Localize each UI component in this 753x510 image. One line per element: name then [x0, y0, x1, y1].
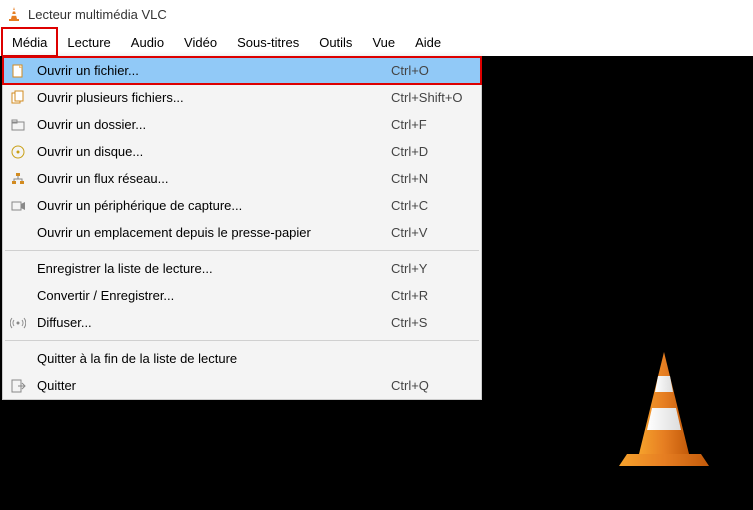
menu-video[interactable]: Vidéo: [174, 28, 227, 56]
menu-item-shortcut: Ctrl+N: [391, 171, 471, 186]
menu-item-label: Ouvrir un dossier...: [37, 117, 391, 132]
blank-icon: [9, 287, 27, 305]
menu-item-label: Enregistrer la liste de lecture...: [37, 261, 391, 276]
file-icon: [9, 62, 27, 80]
menu-open-folder[interactable]: Ouvrir un dossier... Ctrl+F: [3, 111, 481, 138]
quit-icon: [9, 377, 27, 395]
menu-item-shortcut: Ctrl+F: [391, 117, 471, 132]
menu-convert-save[interactable]: Convertir / Enregistrer... Ctrl+R: [3, 282, 481, 309]
menu-item-label: Convertir / Enregistrer...: [37, 288, 391, 303]
capture-icon: [9, 197, 27, 215]
menu-item-shortcut: Ctrl+Y: [391, 261, 471, 276]
menu-quit[interactable]: Quitter Ctrl+Q: [3, 372, 481, 399]
stream-icon: [9, 314, 27, 332]
menu-aide[interactable]: Aide: [405, 28, 451, 56]
network-icon: [9, 170, 27, 188]
menu-item-label: Quitter à la fin de la liste de lecture: [37, 351, 391, 366]
menu-stream[interactable]: Diffuser... Ctrl+S: [3, 309, 481, 336]
menu-item-label: Diffuser...: [37, 315, 391, 330]
menu-item-shortcut: Ctrl+S: [391, 315, 471, 330]
menu-item-shortcut: Ctrl+V: [391, 225, 471, 240]
menu-item-shortcut: Ctrl+Q: [391, 378, 471, 393]
menu-item-shortcut: Ctrl+D: [391, 144, 471, 159]
menu-item-label: Ouvrir un flux réseau...: [37, 171, 391, 186]
menu-item-label: Ouvrir un disque...: [37, 144, 391, 159]
menu-label: Lecture: [67, 35, 110, 50]
menu-open-capture[interactable]: Ouvrir un périphérique de capture... Ctr…: [3, 192, 481, 219]
menu-item-label: Ouvrir un fichier...: [37, 63, 391, 78]
menu-item-shortcut: Ctrl+R: [391, 288, 471, 303]
files-icon: [9, 89, 27, 107]
vlc-cone-icon: [6, 6, 22, 22]
blank-icon: [9, 224, 27, 242]
title-bar: Lecteur multimédia VLC: [0, 0, 753, 28]
menu-item-shortcut: Ctrl+Shift+O: [391, 90, 471, 105]
menu-item-shortcut: Ctrl+O: [391, 63, 471, 78]
disc-icon: [9, 143, 27, 161]
menu-label: Aide: [415, 35, 441, 50]
menu-open-clipboard[interactable]: Ouvrir un emplacement depuis le presse-p…: [3, 219, 481, 246]
menu-item-label: Ouvrir plusieurs fichiers...: [37, 90, 391, 105]
vlc-cone-logo: [609, 346, 719, 476]
menu-vue[interactable]: Vue: [362, 28, 405, 56]
window-title: Lecteur multimédia VLC: [28, 7, 167, 22]
menu-media[interactable]: Média: [2, 28, 57, 56]
menu-label: Sous-titres: [237, 35, 299, 50]
menu-label: Média: [12, 35, 47, 50]
blank-icon: [9, 350, 27, 368]
menu-open-file[interactable]: Ouvrir un fichier... Ctrl+O: [3, 57, 481, 84]
menu-label: Vue: [372, 35, 395, 50]
folder-icon: [9, 116, 27, 134]
menu-open-network[interactable]: Ouvrir un flux réseau... Ctrl+N: [3, 165, 481, 192]
menu-open-disc[interactable]: Ouvrir un disque... Ctrl+D: [3, 138, 481, 165]
menu-item-label: Ouvrir un périphérique de capture...: [37, 198, 391, 213]
menu-open-multiple-files[interactable]: Ouvrir plusieurs fichiers... Ctrl+Shift+…: [3, 84, 481, 111]
menu-quit-after-playlist[interactable]: Quitter à la fin de la liste de lecture: [3, 345, 481, 372]
menu-item-shortcut: Ctrl+C: [391, 198, 471, 213]
menu-separator: [5, 340, 479, 341]
menu-bar: Média Lecture Audio Vidéo Sous-titres Ou…: [0, 28, 753, 56]
menu-label: Audio: [131, 35, 164, 50]
menu-separator: [5, 250, 479, 251]
menu-label: Outils: [319, 35, 352, 50]
menu-lecture[interactable]: Lecture: [57, 28, 120, 56]
menu-soustitres[interactable]: Sous-titres: [227, 28, 309, 56]
menu-item-label: Quitter: [37, 378, 391, 393]
menu-item-label: Ouvrir un emplacement depuis le presse-p…: [37, 225, 391, 240]
media-dropdown: Ouvrir un fichier... Ctrl+O Ouvrir plusi…: [2, 56, 482, 400]
menu-audio[interactable]: Audio: [121, 28, 174, 56]
menu-outils[interactable]: Outils: [309, 28, 362, 56]
blank-icon: [9, 260, 27, 278]
menu-label: Vidéo: [184, 35, 217, 50]
menu-save-playlist[interactable]: Enregistrer la liste de lecture... Ctrl+…: [3, 255, 481, 282]
